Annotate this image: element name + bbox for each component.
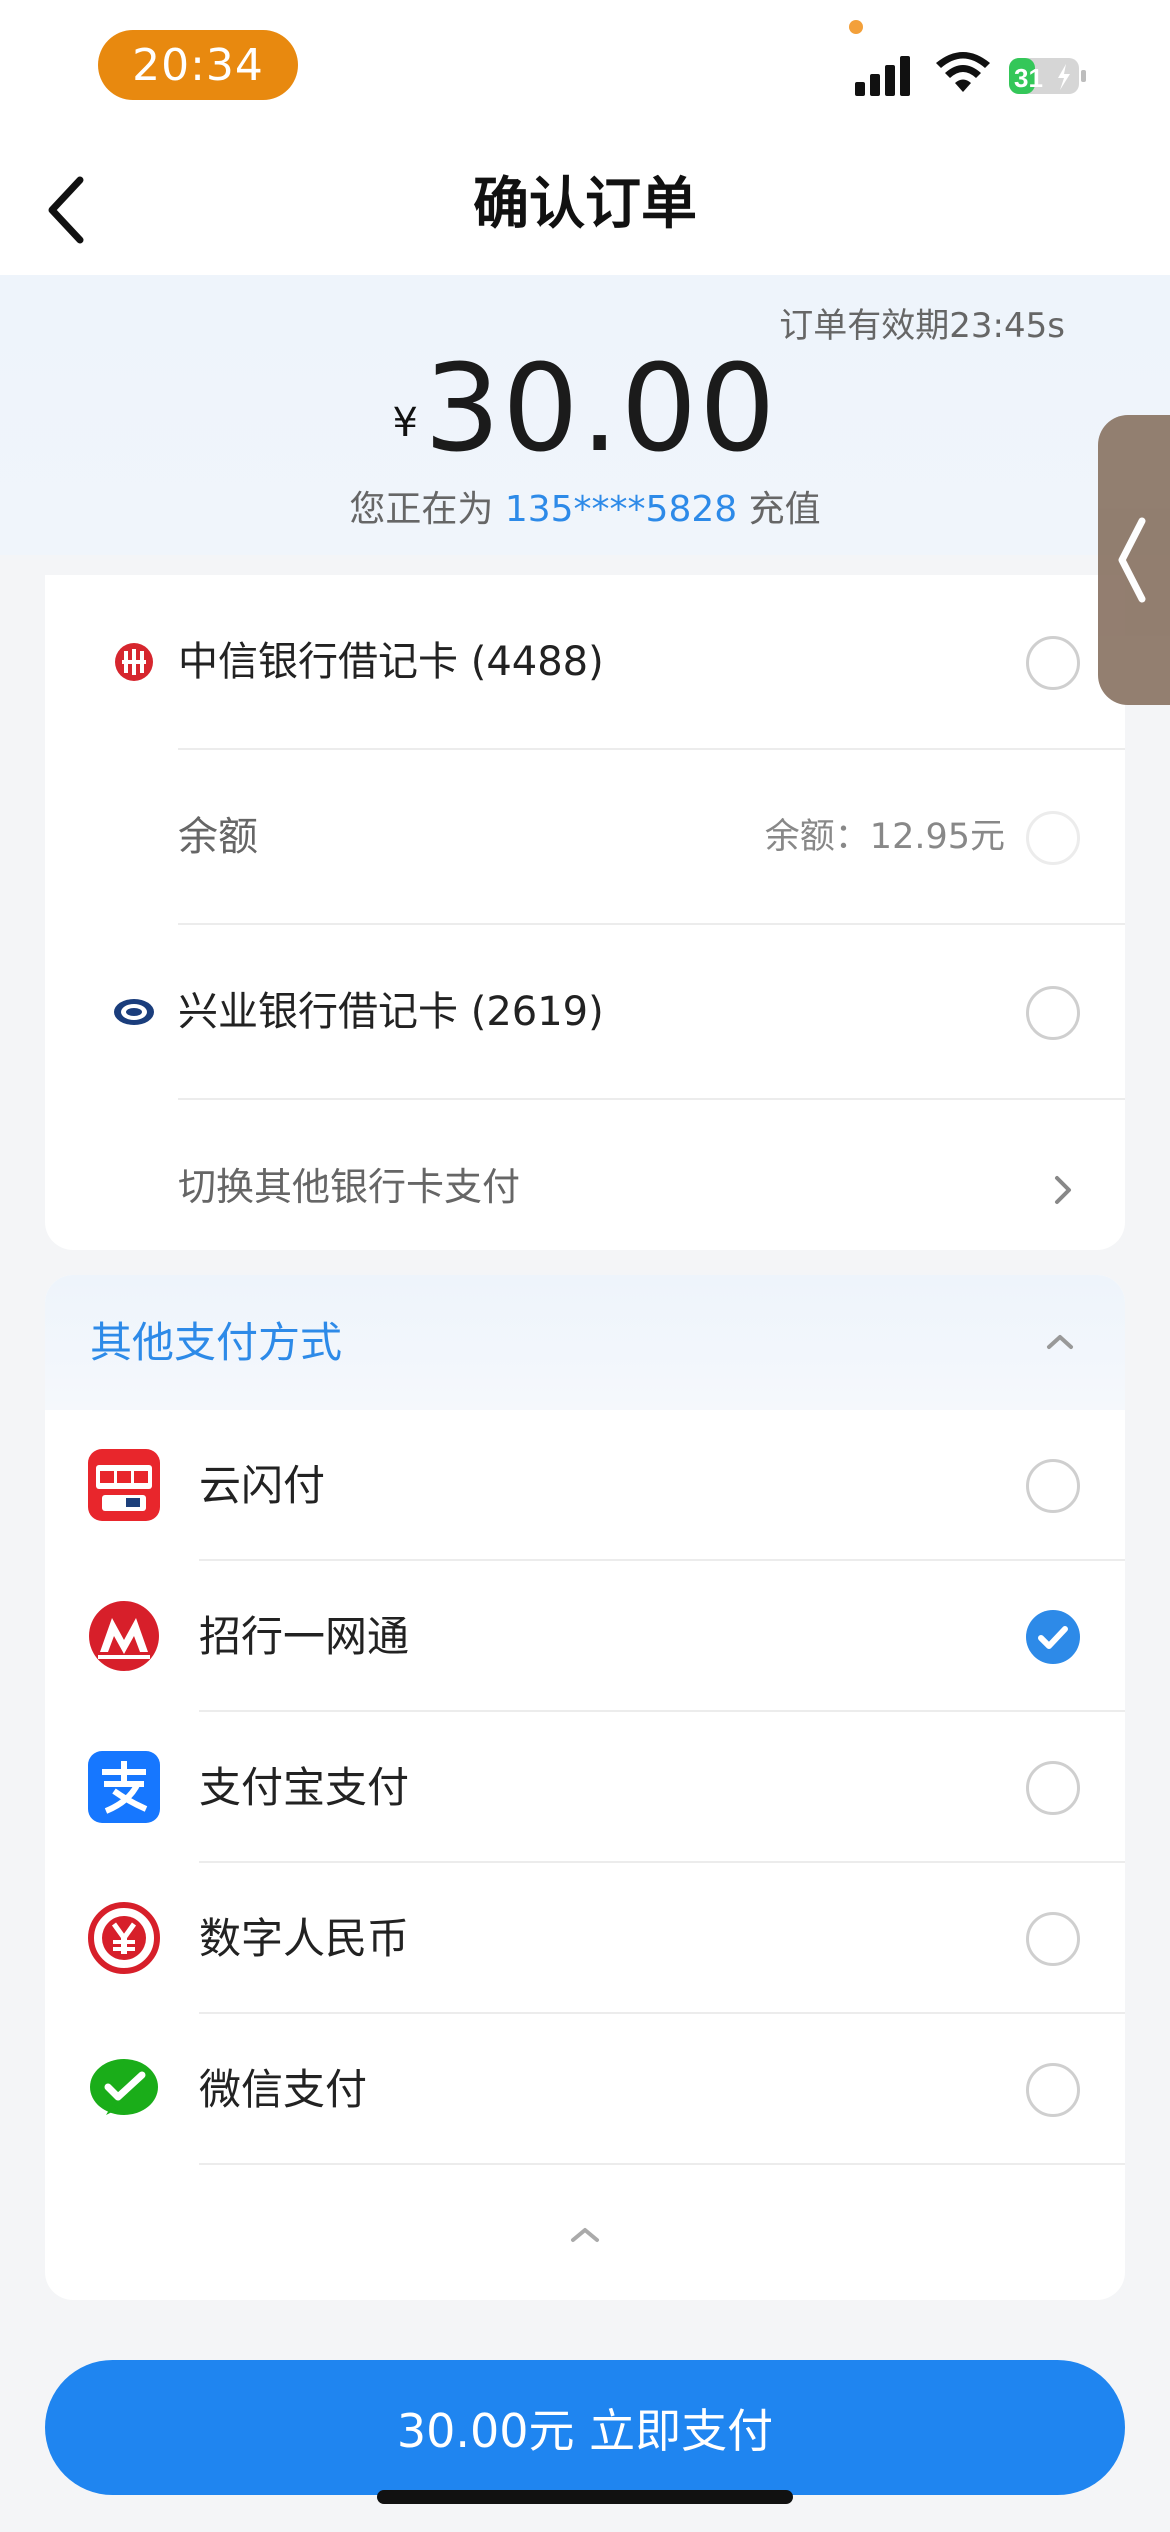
wifi-icon (936, 52, 990, 92)
recharge-suffix: 充值 (737, 489, 821, 530)
radio-button[interactable] (1026, 1761, 1080, 1815)
side-drawer-handle[interactable] (1098, 415, 1170, 705)
payment-option-wechat[interactable]: 微信支付 (45, 2014, 1125, 2165)
wechat-pay-icon (90, 2059, 158, 2115)
radio-button[interactable] (1026, 1459, 1080, 1513)
citic-bank-icon (115, 643, 153, 681)
payment-option-cmb[interactable]: 招行一网通 (45, 1561, 1125, 1712)
divider (199, 2163, 1125, 2165)
payment-option-label: 招行一网通 (199, 1612, 410, 1661)
payment-option-citic[interactable]: 中信银行借记卡 (4488) (45, 575, 1125, 750)
payment-option-balance[interactable]: 余额 余额：12.95元 (45, 750, 1125, 925)
pay-now-button[interactable]: 30.00元 立即支付 (45, 2360, 1125, 2495)
balance-value: 余额：12.95元 (764, 817, 1005, 857)
radio-button[interactable] (1026, 2063, 1080, 2117)
other-payment-header[interactable]: 其他支付方式 (45, 1275, 1125, 1410)
recharge-phone: 135****5828 (504, 489, 738, 530)
status-bar: 20:34 31 (0, 0, 1170, 140)
cib-bank-icon (114, 999, 154, 1025)
payment-option-label: 中信银行借记卡 (4488) (178, 639, 604, 685)
cmb-icon (89, 1601, 159, 1671)
recharge-target-text: 您正在为 135****5828 充值 (0, 480, 1170, 532)
battery-icon: 31 (1009, 58, 1086, 94)
amount-value: 30.00 (423, 340, 778, 479)
radio-button-disabled[interactable] (1026, 811, 1080, 865)
ecny-icon (88, 1902, 160, 1974)
payment-option-label: 云闪付 (199, 1461, 326, 1510)
payment-option-ecny[interactable]: 数字人民币 (45, 1863, 1125, 2014)
radio-button[interactable] (1026, 1912, 1080, 1966)
payment-option-unionpay[interactable]: 云闪付 (45, 1410, 1125, 1561)
switch-bank-card-button[interactable]: 切换其他银行卡支付 (45, 1100, 1125, 1275)
payment-option-label: 支付宝支付 (199, 1763, 410, 1812)
other-payment-panel: 其他支付方式 云闪付 招行一网通 支付宝支付 数字人民币 微信支付 (45, 1275, 1125, 2300)
payment-option-label: 数字人民币 (199, 1914, 410, 1963)
checkmark-icon (1038, 1626, 1068, 1649)
bank-card-panel: 中信银行借记卡 (4488) 余额 余额：12.95元 兴业银行借记卡 (261… (45, 575, 1125, 1250)
page-title: 确认订单 (473, 172, 697, 237)
switch-bank-card-label: 切换其他银行卡支付 (178, 1165, 521, 1209)
payment-option-label: 兴业银行借记卡 (2619) (178, 989, 604, 1035)
payment-option-cib[interactable]: 兴业银行借记卡 (2619) (45, 925, 1125, 1100)
chevron-left-icon (1118, 517, 1146, 603)
currency-symbol: ¥ (392, 400, 418, 446)
svg-text:31: 31 (1014, 63, 1043, 93)
radio-button-checked[interactable] (1026, 1610, 1080, 1664)
cellular-signal-icon (855, 56, 910, 96)
alipay-icon (88, 1751, 160, 1823)
order-amount: ¥30.00 (0, 340, 1170, 479)
home-indicator[interactable] (377, 2490, 793, 2504)
chevron-up-icon[interactable] (1043, 1325, 1077, 1359)
radio-button[interactable] (1026, 986, 1080, 1040)
payment-option-alipay[interactable]: 支付宝支付 (45, 1712, 1125, 1863)
privacy-indicator-dot (849, 20, 863, 34)
chevron-right-icon (1055, 1176, 1071, 1204)
payment-option-label: 微信支付 (199, 2065, 368, 2114)
recharge-prefix: 您正在为 (349, 489, 505, 530)
other-payment-title: 其他支付方式 (90, 1318, 343, 1367)
unionpay-quickpass-icon (88, 1449, 160, 1521)
time-indicator: 20:34 (98, 30, 298, 100)
collapse-chevron-icon[interactable] (565, 2220, 605, 2250)
payment-option-label: 余额 (178, 814, 258, 860)
radio-button[interactable] (1026, 636, 1080, 690)
